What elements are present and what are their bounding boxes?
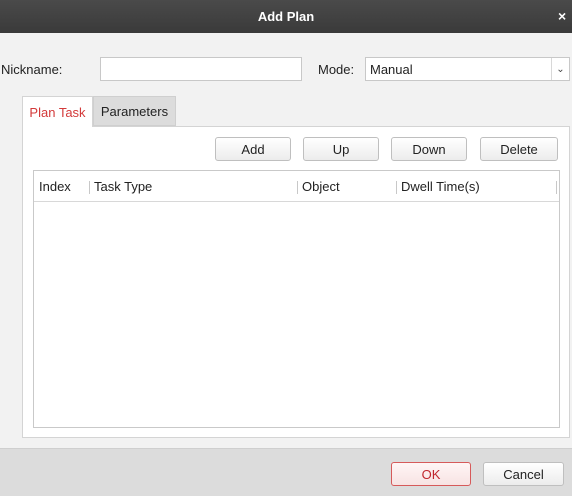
ok-button[interactable]: OK (391, 462, 471, 486)
column-separator[interactable] (396, 181, 397, 194)
up-button-label: Up (332, 141, 350, 157)
table-body (34, 203, 559, 427)
ok-button-label: OK (421, 466, 441, 482)
tab-plan-task[interactable]: Plan Task (22, 96, 93, 127)
column-header-task-type[interactable]: Task Type (94, 171, 152, 202)
down-button[interactable]: Down (391, 137, 467, 161)
add-plan-dialog: Add Plan × Nickname: Mode: Manual ⌄ Plan… (0, 0, 572, 496)
delete-button[interactable]: Delete (480, 137, 558, 161)
add-button[interactable]: Add (215, 137, 291, 161)
chevron-down-icon[interactable]: ⌄ (551, 58, 569, 80)
dialog-title: Add Plan (257, 9, 315, 24)
cancel-button-label: Cancel (503, 466, 544, 482)
up-button[interactable]: Up (303, 137, 379, 161)
column-separator[interactable] (297, 181, 298, 194)
nickname-label: Nickname: (1, 62, 63, 77)
mode-label: Mode: (318, 62, 355, 77)
tab-parameters[interactable]: Parameters (93, 96, 176, 126)
tab-plan-task-label: Plan Task (29, 104, 86, 120)
column-separator[interactable] (556, 181, 557, 194)
cancel-button[interactable]: Cancel (483, 462, 564, 486)
column-header-index[interactable]: Index (39, 171, 71, 202)
nickname-input[interactable] (100, 57, 302, 81)
table-header: Index Task Type Object Dwell Time(s) (34, 171, 559, 202)
mode-select[interactable]: Manual ⌄ (365, 57, 570, 81)
column-header-object[interactable]: Object (302, 171, 340, 202)
dialog-footer: OK Cancel (0, 448, 572, 496)
plan-task-table: Index Task Type Object Dwell Time(s) (33, 170, 560, 428)
column-separator[interactable] (89, 181, 90, 194)
column-header-dwell-time[interactable]: Dwell Time(s) (401, 171, 480, 202)
title-bar[interactable]: Add Plan × (0, 0, 572, 33)
add-button-label: Add (241, 141, 265, 157)
delete-button-label: Delete (500, 141, 538, 157)
close-icon[interactable]: × (558, 8, 570, 24)
tab-parameters-label: Parameters (100, 103, 169, 119)
down-button-label: Down (412, 141, 446, 157)
mode-selected-value: Manual (370, 61, 413, 77)
